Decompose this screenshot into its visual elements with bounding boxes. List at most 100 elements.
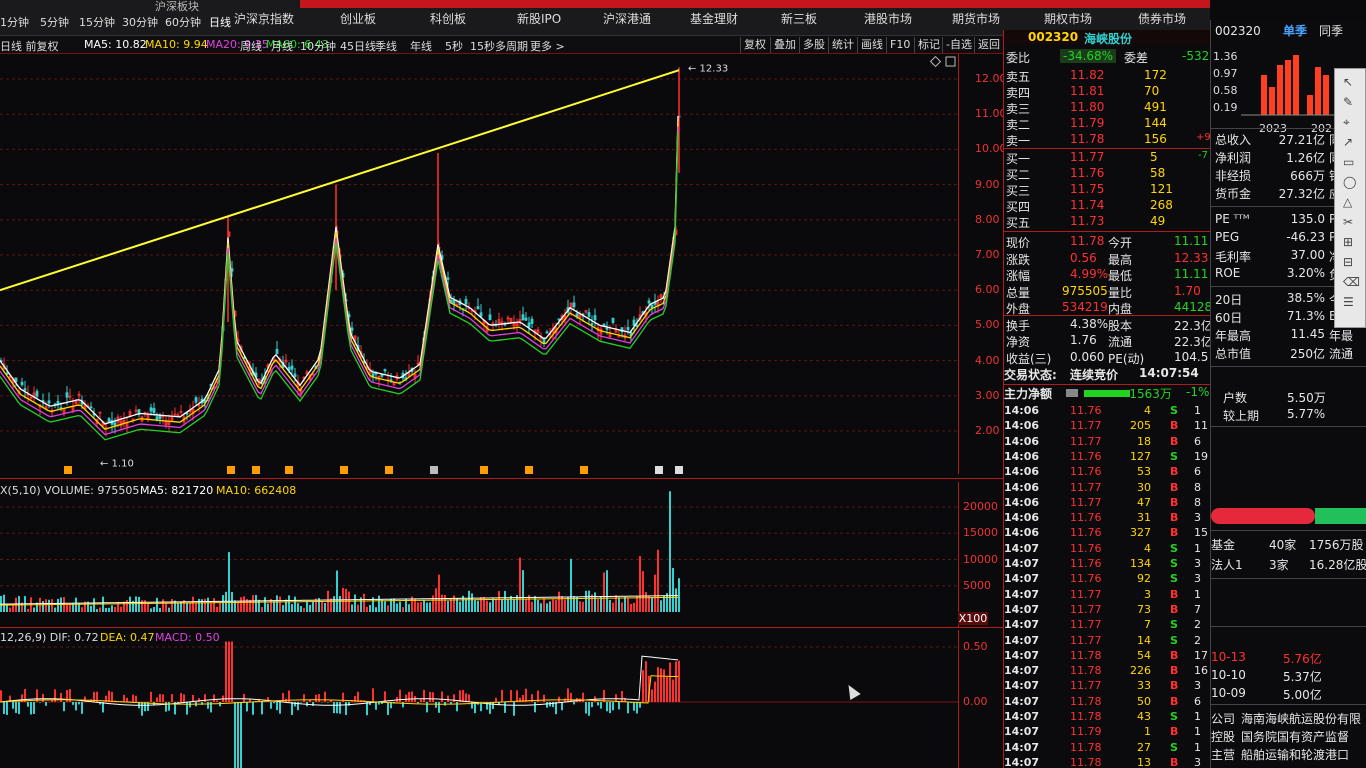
- drawing-tool-icon[interactable]: ✂: [1343, 215, 1353, 229]
- tab-same-quarter[interactable]: 同季: [1319, 22, 1343, 39]
- period-tab[interactable]: 15秒: [470, 38, 495, 54]
- top-tab[interactable]: 新三板: [781, 10, 817, 27]
- metric-label: 非经损: [1215, 169, 1252, 183]
- period-tab[interactable]: 日线: [209, 14, 231, 30]
- period-tab[interactable]: 周线: [240, 38, 262, 54]
- volume-bar: [210, 602, 212, 612]
- volume-bar: [582, 601, 584, 612]
- bid-row[interactable]: 买三 11.75 121: [1004, 182, 1211, 198]
- drawing-tool-icon[interactable]: ◯: [1343, 175, 1356, 189]
- drawing-tool-icon[interactable]: ▭: [1343, 155, 1354, 169]
- tab-single-quarter[interactable]: 单季: [1283, 22, 1307, 39]
- top-tab[interactable]: 港股市场: [864, 10, 912, 27]
- volume-chart[interactable]: [0, 482, 958, 617]
- kline-chart[interactable]: ← 12.33 ← 1.10: [0, 54, 958, 474]
- metric-value: -46.23: [1286, 230, 1325, 244]
- metric-label: 净利润: [1215, 151, 1252, 165]
- tick-side: B: [1170, 648, 1179, 662]
- netflow-pct: -1%: [1186, 385, 1210, 399]
- toolbar-button[interactable]: 复权: [740, 37, 769, 53]
- stat-value: 11.78: [1070, 234, 1105, 248]
- period-tab[interactable]: 30分钟: [122, 14, 158, 30]
- bid-row[interactable]: 买二 11.76 58: [1004, 166, 1211, 182]
- ma5-label: MA5: 10.82: [84, 38, 147, 51]
- top-tab[interactable]: 期权市场: [1044, 10, 1092, 27]
- macd-bar: [135, 695, 137, 702]
- tick-count: 3: [1194, 557, 1201, 570]
- ma20-line: [0, 126, 679, 436]
- drawing-tools-popup[interactable]: ↖ ✎ ⌖ ↗ ▭ ◯ △ ✂ ⊞ ⊟ ⌫ ☰: [1334, 68, 1366, 328]
- bid-row[interactable]: 买五 11.73 49: [1004, 214, 1211, 230]
- period-tab[interactable]: 更多 >: [530, 38, 565, 54]
- period-tab[interactable]: 15分钟: [79, 14, 115, 30]
- toolbar-button[interactable]: -自选: [942, 37, 975, 53]
- macd-bar: [231, 641, 233, 702]
- volume-bar: [303, 607, 305, 612]
- tick-price: 11.77: [1070, 434, 1102, 448]
- earnings-tick: 0.19: [1213, 101, 1238, 114]
- volume-bar: [69, 604, 71, 612]
- drawing-tool-icon[interactable]: ⌫: [1343, 275, 1360, 289]
- macd-bar: [126, 697, 128, 702]
- period-tab[interactable]: 45日线: [340, 38, 376, 54]
- toolbar-button[interactable]: F10: [886, 37, 913, 53]
- ask-row[interactable]: 卖三 11.80 491: [1004, 100, 1211, 116]
- bid-row[interactable]: 买四 11.74 268: [1004, 198, 1211, 214]
- volume-bar: [540, 603, 542, 612]
- drawing-tool-icon[interactable]: ⊞: [1343, 235, 1353, 249]
- tick-price: 11.77: [1070, 618, 1102, 632]
- drawing-tool-icon[interactable]: ⊟: [1343, 255, 1353, 269]
- top-tab[interactable]: 基金理财: [690, 10, 738, 27]
- netflow-label[interactable]: 主力净额: [1004, 385, 1052, 402]
- macd-bar: [333, 702, 335, 714]
- ask-row[interactable]: 卖五 11.82 172: [1004, 68, 1211, 84]
- tick-row: 14:06 11.76 127 S 19: [1004, 450, 1211, 465]
- toolbar-button[interactable]: 返回: [974, 37, 1003, 53]
- toolbar-button[interactable]: 叠加: [770, 37, 799, 53]
- tick-volume: 53: [1137, 465, 1151, 479]
- macd-bar: [108, 690, 110, 702]
- macd-bar: [438, 702, 440, 713]
- macd-bar: [429, 691, 431, 702]
- toolbar-button[interactable]: 统计: [828, 37, 857, 53]
- top-tab[interactable]: 科创板: [430, 10, 466, 27]
- period-tab[interactable]: 季线: [375, 38, 397, 54]
- period-tab[interactable]: 60分钟: [165, 14, 201, 30]
- toolbar-button[interactable]: 标记: [914, 37, 943, 53]
- macd-chart[interactable]: [0, 630, 958, 768]
- drawing-tool-icon[interactable]: ☰: [1343, 295, 1354, 309]
- ask-row[interactable]: 卖四 11.81 70: [1004, 84, 1211, 100]
- volume-bar: [597, 599, 599, 612]
- ask-row[interactable]: 卖一 11.78 156 +9: [1004, 132, 1211, 148]
- macd-bar: [219, 702, 221, 707]
- volume-bar: [138, 596, 140, 612]
- chart-mode[interactable]: 日线 前复权: [0, 38, 59, 54]
- top-tab[interactable]: 创业板: [340, 10, 376, 27]
- period-tab[interactable]: 月线: [271, 38, 293, 54]
- volume-bar: [531, 601, 533, 612]
- ask-row[interactable]: 卖二 11.79 144: [1004, 116, 1211, 132]
- drawing-tool-icon[interactable]: △: [1343, 195, 1352, 209]
- period-tab[interactable]: 多周期: [495, 38, 528, 54]
- period-tab[interactable]: 年线: [410, 38, 432, 54]
- period-tab[interactable]: 10分钟: [300, 38, 336, 54]
- macd-bar: [675, 661, 677, 702]
- top-tab[interactable]: 期货市场: [952, 10, 1000, 27]
- top-tab[interactable]: 债券市场: [1138, 10, 1186, 27]
- tick-volume: 18: [1137, 434, 1151, 448]
- period-tab[interactable]: 5秒: [445, 38, 463, 54]
- period-tab[interactable]: 5分钟: [40, 14, 69, 30]
- bid-row[interactable]: 买一 11.77 5 -7: [1004, 150, 1211, 166]
- drawing-tool-icon[interactable]: ↖: [1343, 75, 1353, 89]
- drawing-tool-icon[interactable]: ✎: [1343, 95, 1353, 109]
- stock-name[interactable]: 海峡股份: [1084, 30, 1132, 47]
- netflow-bar: [1084, 390, 1130, 397]
- tick-volume: 73: [1137, 602, 1151, 616]
- toolbar-button[interactable]: 多股: [799, 37, 828, 53]
- toolbar-button[interactable]: 画线: [857, 37, 886, 53]
- period-tab[interactable]: 1分钟: [0, 14, 29, 30]
- drawing-tool-icon[interactable]: ⌖: [1343, 115, 1350, 130]
- drawing-tool-icon[interactable]: ↗: [1343, 135, 1353, 149]
- top-tab[interactable]: 沪深港通: [603, 10, 651, 27]
- top-tab[interactable]: 新股IPO: [517, 10, 561, 27]
